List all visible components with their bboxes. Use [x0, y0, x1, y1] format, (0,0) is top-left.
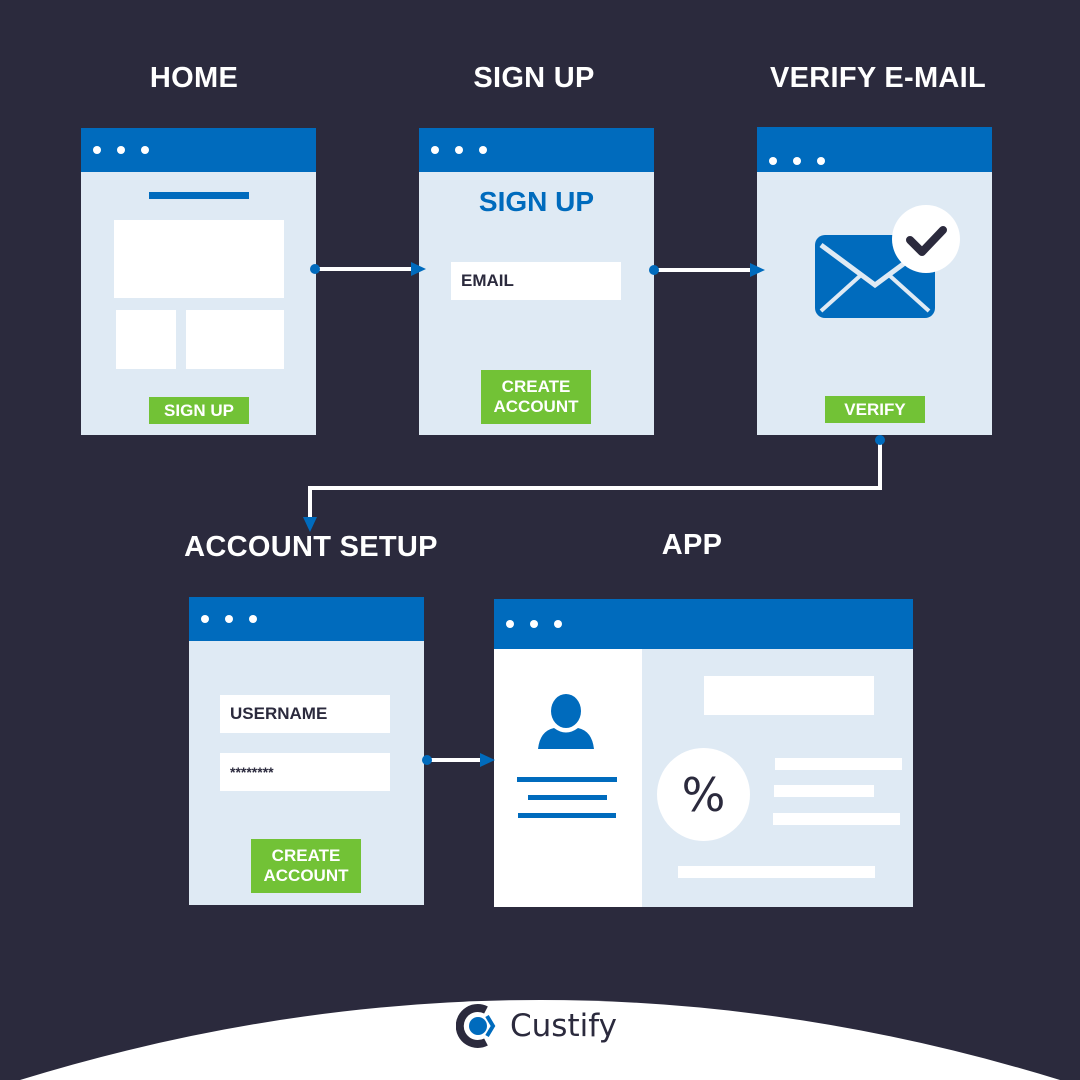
button-label-line1: CREATE	[501, 377, 571, 396]
home-header-line	[149, 192, 249, 199]
profile-line-1	[517, 777, 617, 782]
button-label-line2: ACCOUNT	[493, 397, 579, 416]
create-account-button[interactable]: CREATE ACCOUNT	[481, 370, 591, 424]
app-window: %	[494, 599, 913, 907]
create-account-button[interactable]: CREATE ACCOUNT	[251, 839, 361, 893]
app-text-line-2	[774, 785, 874, 797]
step-title-sign-up: SIGN UP	[473, 62, 595, 94]
connector-verify-to-account-setup	[303, 435, 885, 532]
home-window: SIGN UP	[81, 128, 316, 435]
connector-account-setup-to-app	[422, 753, 495, 767]
verify-email-window: VERIFY	[757, 127, 992, 435]
sign-up-heading: SIGN UP	[478, 186, 595, 217]
app-footer-line	[678, 866, 875, 878]
profile-line-2	[528, 795, 607, 800]
window-controls	[769, 139, 825, 183]
window-controls	[93, 128, 149, 172]
connector-home-to-sign-up	[310, 262, 426, 276]
username-field[interactable]: USERNAME	[220, 695, 390, 733]
home-hero-block	[114, 220, 284, 298]
app-header-block	[704, 676, 874, 715]
step-title-verify-email: VERIFY E-MAIL	[769, 62, 987, 94]
step-title-account-setup: ACCOUNT SETUP	[184, 531, 438, 563]
brand-name: Custify	[510, 1008, 617, 1044]
user-icon	[538, 694, 594, 749]
custify-logo[interactable]: Custify	[456, 1004, 617, 1048]
password-field[interactable]: ********	[220, 753, 390, 791]
button-label-line1: CREATE	[271, 846, 341, 865]
connector-sign-up-to-verify	[649, 263, 765, 277]
profile-line-3	[518, 813, 616, 818]
percent-icon: %	[657, 748, 750, 841]
home-content-block-right	[186, 310, 284, 369]
custify-logo-icon	[456, 1004, 496, 1048]
window-controls	[431, 128, 487, 172]
app-text-line-3	[773, 813, 900, 825]
account-setup-window: USERNAME ******** CREATE ACCOUNT	[189, 597, 424, 905]
percent-symbol: %	[681, 767, 726, 822]
window-controls	[506, 602, 562, 646]
home-content-block-left	[116, 310, 176, 369]
window-controls	[201, 597, 257, 641]
app-text-line-1	[775, 758, 902, 770]
sign-up-window: SIGN UP EMAIL CREATE ACCOUNT	[419, 128, 654, 435]
step-title-home: HOME	[149, 62, 239, 94]
verify-button[interactable]: VERIFY	[825, 396, 925, 423]
button-label-line2: ACCOUNT	[263, 866, 349, 885]
email-field[interactable]: EMAIL	[451, 262, 621, 300]
step-title-app: APP	[661, 529, 723, 561]
envelope-check-icon	[815, 205, 960, 318]
home-sign-up-button[interactable]: SIGN UP	[149, 397, 249, 424]
